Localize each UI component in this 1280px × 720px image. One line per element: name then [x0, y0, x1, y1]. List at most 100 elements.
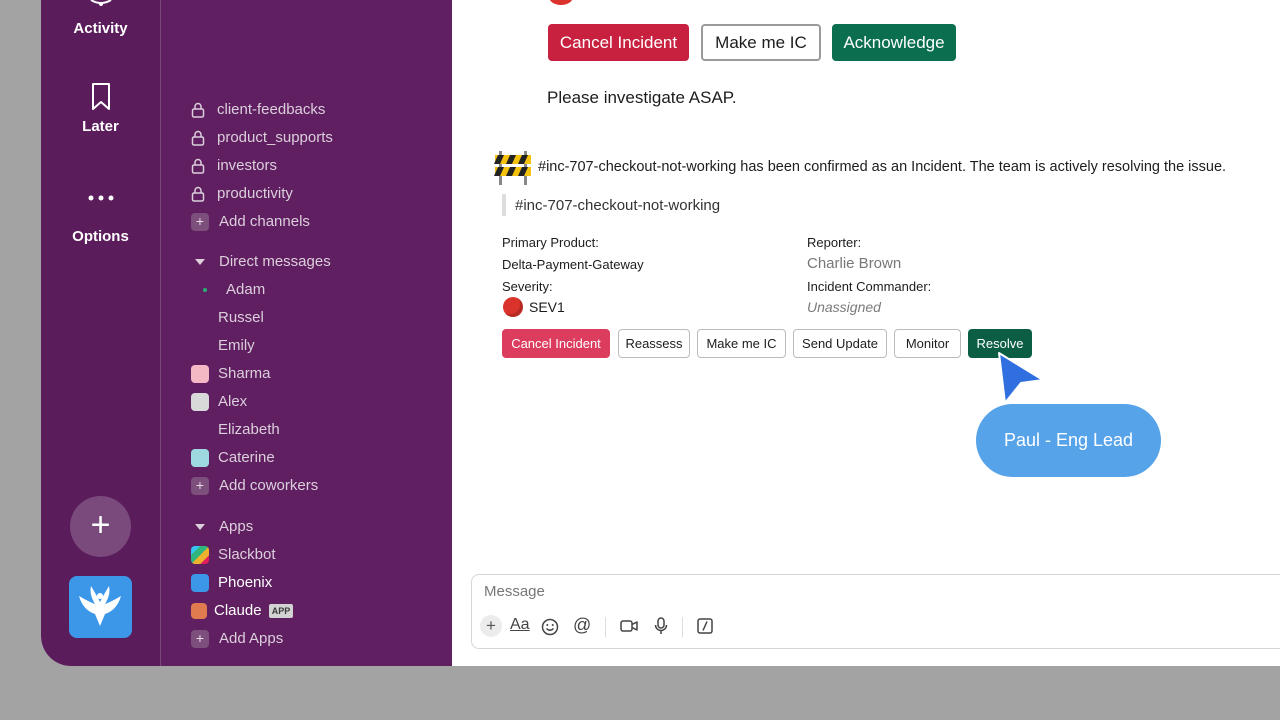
mention-icon[interactable]: @ [573, 615, 591, 636]
app-label: Slackbot [218, 546, 276, 563]
reassess-button[interactable]: Reassess [618, 329, 690, 358]
incident-cancel-button[interactable]: Cancel Incident [502, 329, 610, 358]
slash-command-icon[interactable] [697, 618, 713, 634]
toolbar-divider [682, 617, 683, 637]
investigate-message: Please investigate ASAP. [547, 88, 737, 107]
caret-down-icon [195, 259, 205, 266]
add-apps-button[interactable]: + Add Apps [191, 628, 283, 650]
cancel-incident-button[interactable]: Cancel Incident [548, 24, 689, 61]
dm-label: Adam [226, 281, 266, 298]
rail-later-label: Later [82, 118, 119, 135]
incident-make-me-ic-button[interactable]: Make me IC [697, 329, 786, 358]
app-phoenix[interactable]: Phoenix [191, 572, 272, 594]
incident-commander-label: Incident Commander: [807, 279, 932, 294]
lock-icon [191, 158, 205, 174]
dm-label: Caterine [218, 449, 275, 466]
channel-product-supports[interactable]: product_supports [191, 127, 333, 149]
caret-down-icon [195, 524, 205, 531]
rail-activity-label: Activity [73, 20, 128, 37]
severity-label: Severity: [502, 279, 553, 294]
phoenix-app-tile[interactable] [69, 576, 132, 638]
presence-dot-icon [203, 288, 207, 293]
more-icon [88, 195, 113, 201]
primary-product-label: Primary Product: [502, 235, 599, 250]
bookmark-icon [91, 83, 110, 110]
channel-sidebar: client-feedbacks product_supports invest… [161, 0, 452, 666]
incident-channel-link[interactable]: #inc-707-checkout-not-working [515, 197, 720, 214]
make-me-ic-button[interactable]: Make me IC [701, 24, 821, 61]
avatar [191, 393, 209, 412]
monitor-button[interactable]: Monitor [894, 329, 961, 358]
lock-icon [191, 130, 205, 146]
incident-confirmed-message: #inc-707-checkout-not-working has been c… [538, 159, 1227, 175]
app-label: Phoenix [218, 574, 273, 591]
add-coworkers-button[interactable]: + Add coworkers [191, 475, 318, 497]
lock-icon [191, 186, 205, 202]
channel-label: client-feedbacks [217, 101, 326, 118]
send-update-button[interactable]: Send Update [793, 329, 887, 358]
reporter-label: Reporter: [807, 235, 862, 250]
dm-label: Elizabeth [218, 421, 280, 438]
dm-alex[interactable]: Alex [191, 391, 247, 413]
apps-header-label: Apps [219, 518, 254, 535]
microphone-icon[interactable] [654, 617, 668, 635]
toolbar-divider [605, 617, 606, 637]
app-claude[interactable]: Claude APP [191, 600, 294, 622]
app-badge: APP [268, 604, 294, 619]
dm-emily[interactable]: Emily [191, 335, 255, 357]
add-channels-button[interactable]: + Add channels [191, 211, 310, 233]
claude-icon [191, 603, 207, 620]
plus-icon: + [191, 477, 209, 496]
app-label: Claude [214, 602, 262, 619]
bell-icon [89, 0, 112, 6]
incident-commander-value: Unassigned [807, 299, 881, 315]
app-window: Activity Later Options + client-feedback… [41, 0, 1280, 666]
add-coworkers-label: Add coworkers [219, 477, 319, 494]
message-input[interactable]: Message [484, 583, 545, 600]
plus-icon: + [90, 506, 111, 544]
construction-barrier-icon [494, 151, 531, 185]
direct-messages-header[interactable]: Direct messages [191, 251, 331, 273]
rail-activity[interactable]: Activity [41, 0, 160, 37]
emoji-icon[interactable] [541, 618, 559, 636]
dm-header-label: Direct messages [219, 253, 331, 270]
dm-elizabeth[interactable]: Elizabeth [191, 419, 280, 441]
cursor-name-label: Paul - Eng Lead [976, 404, 1161, 477]
dm-russel[interactable]: Russel [191, 307, 264, 329]
formatting-icon[interactable]: Aa [510, 616, 530, 634]
add-apps-label: Add Apps [219, 630, 284, 647]
channel-investors[interactable]: investors [191, 155, 277, 177]
channel-client-feedbacks[interactable]: client-feedbacks [191, 99, 325, 121]
reporter-value: Charlie Brown [807, 255, 902, 272]
red-circle-icon [503, 297, 523, 317]
dm-adam[interactable]: Adam [191, 279, 265, 301]
dm-label: Alex [218, 393, 248, 410]
quote-bar [502, 194, 506, 216]
apps-header[interactable]: Apps [191, 516, 253, 538]
create-button[interactable]: + [70, 496, 131, 557]
workspace-rail: Activity Later Options + [41, 0, 161, 666]
phoenix-logo-icon [79, 586, 121, 626]
dm-label: Russel [218, 309, 264, 326]
add-channels-label: Add channels [219, 213, 310, 230]
dm-sharma[interactable]: Sharma [191, 363, 271, 385]
app-slackbot[interactable]: Slackbot [191, 544, 276, 566]
rail-later[interactable]: Later [41, 82, 160, 135]
plus-icon: + [191, 213, 209, 232]
rail-options[interactable]: Options [41, 190, 160, 245]
dm-label: Emily [218, 337, 255, 354]
channel-label: investors [217, 157, 278, 174]
dm-label: Sharma [218, 365, 271, 382]
channel-productivity[interactable]: productivity [191, 183, 293, 205]
video-icon[interactable] [620, 619, 638, 633]
channel-label: product_supports [217, 129, 333, 146]
primary-product-value: Delta-Payment-Gateway [502, 257, 644, 272]
composer-toolbar: + Aa @ [480, 615, 740, 639]
attach-plus-icon[interactable]: + [480, 615, 502, 637]
acknowledge-button[interactable]: Acknowledge [832, 24, 956, 61]
rail-options-label: Options [72, 228, 129, 245]
channel-label: productivity [217, 185, 293, 202]
phoenix-icon [191, 574, 209, 593]
avatar [191, 449, 209, 468]
dm-caterine[interactable]: Caterine [191, 447, 275, 469]
